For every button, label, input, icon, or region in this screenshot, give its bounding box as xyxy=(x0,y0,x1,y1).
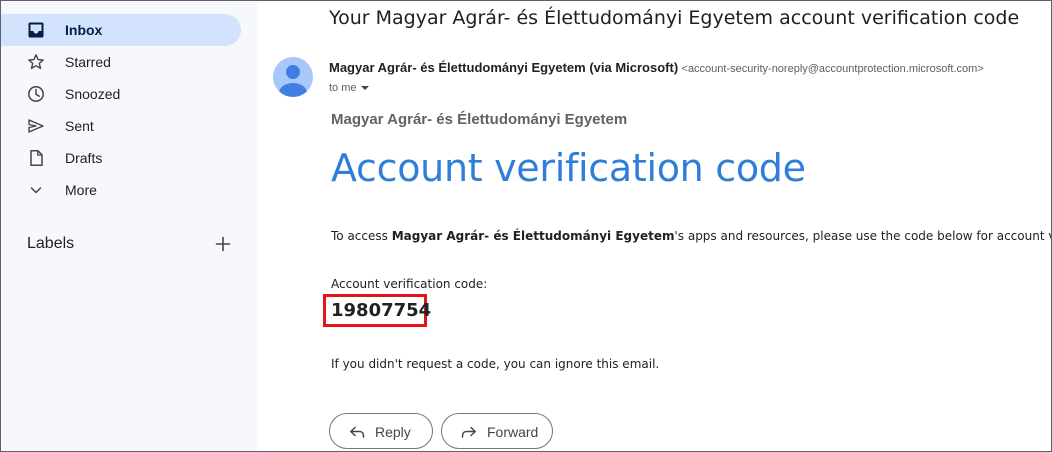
access-suffix: 's apps and resources, please use the co… xyxy=(674,229,1051,243)
sidebar-item-label: Inbox xyxy=(65,22,103,38)
sidebar-item-snoozed[interactable]: Snoozed xyxy=(1,78,241,110)
reply-icon xyxy=(350,426,365,438)
gmail-window: Inbox Starred Snoozed Sent Drafts More L… xyxy=(0,0,1052,452)
forward-button[interactable]: Forward xyxy=(441,413,553,449)
ignore-notice: If you didn't request a code, you can ig… xyxy=(331,357,660,371)
sidebar: Inbox Starred Snoozed Sent Drafts More L… xyxy=(1,1,257,451)
chevron-down-icon xyxy=(30,187,42,194)
sidebar-item-label: Drafts xyxy=(65,150,103,166)
forward-icon xyxy=(461,426,476,438)
access-prefix: To access xyxy=(331,229,392,243)
access-org: Magyar Agrár- és Élettudományi Egyetem xyxy=(391,229,675,243)
sender-email: <account-security-noreply@accountprotect… xyxy=(681,63,984,75)
inbox-icon xyxy=(28,22,44,38)
sidebar-item-sent[interactable]: Sent xyxy=(1,110,241,142)
draft-icon xyxy=(30,150,43,166)
sidebar-item-label: Sent xyxy=(65,118,94,134)
code-label: Account verification code: xyxy=(331,277,488,291)
send-icon xyxy=(28,119,44,133)
recipient-details-toggle[interactable]: to me xyxy=(329,81,369,95)
forward-label: Forward xyxy=(487,424,539,440)
email-subject: Your Magyar Agrár- és Élettudományi Egye… xyxy=(329,7,1020,29)
caret-down-icon xyxy=(360,86,369,91)
star-icon xyxy=(28,54,44,70)
reply-label: Reply xyxy=(375,424,411,440)
org-header: Magyar Agrár- és Élettudományi Egyetem xyxy=(331,111,628,128)
plus-icon[interactable] xyxy=(213,234,233,254)
sender-avatar xyxy=(273,57,313,97)
clock-icon xyxy=(28,86,44,102)
sidebar-item-drafts[interactable]: Drafts xyxy=(1,142,241,174)
labels-heading: Labels xyxy=(27,235,75,252)
sidebar-item-starred[interactable]: Starred xyxy=(1,46,241,78)
sender-line: Magyar Agrár- és Élettudományi Egyetem (… xyxy=(329,60,984,77)
access-paragraph: To access Magyar Agrár- és Élettudományi… xyxy=(331,228,1051,244)
email-body-title: Account verification code xyxy=(331,146,806,190)
person-icon xyxy=(279,65,307,97)
sidebar-item-label: Snoozed xyxy=(65,86,121,102)
sidebar-item-more[interactable]: More xyxy=(1,174,241,206)
sidebar-item-label: More xyxy=(65,182,97,198)
sidebar-item-label: Starred xyxy=(65,54,111,70)
sender-name: Magyar Agrár- és Élettudományi Egyetem (… xyxy=(329,60,679,75)
email-view: Your Magyar Agrár- és Élettudományi Egye… xyxy=(257,1,1051,451)
reply-button[interactable]: Reply xyxy=(329,413,433,449)
to-label: to me xyxy=(329,82,357,94)
sidebar-item-inbox[interactable]: Inbox xyxy=(1,14,241,46)
verification-code: 19807754 xyxy=(331,300,432,321)
